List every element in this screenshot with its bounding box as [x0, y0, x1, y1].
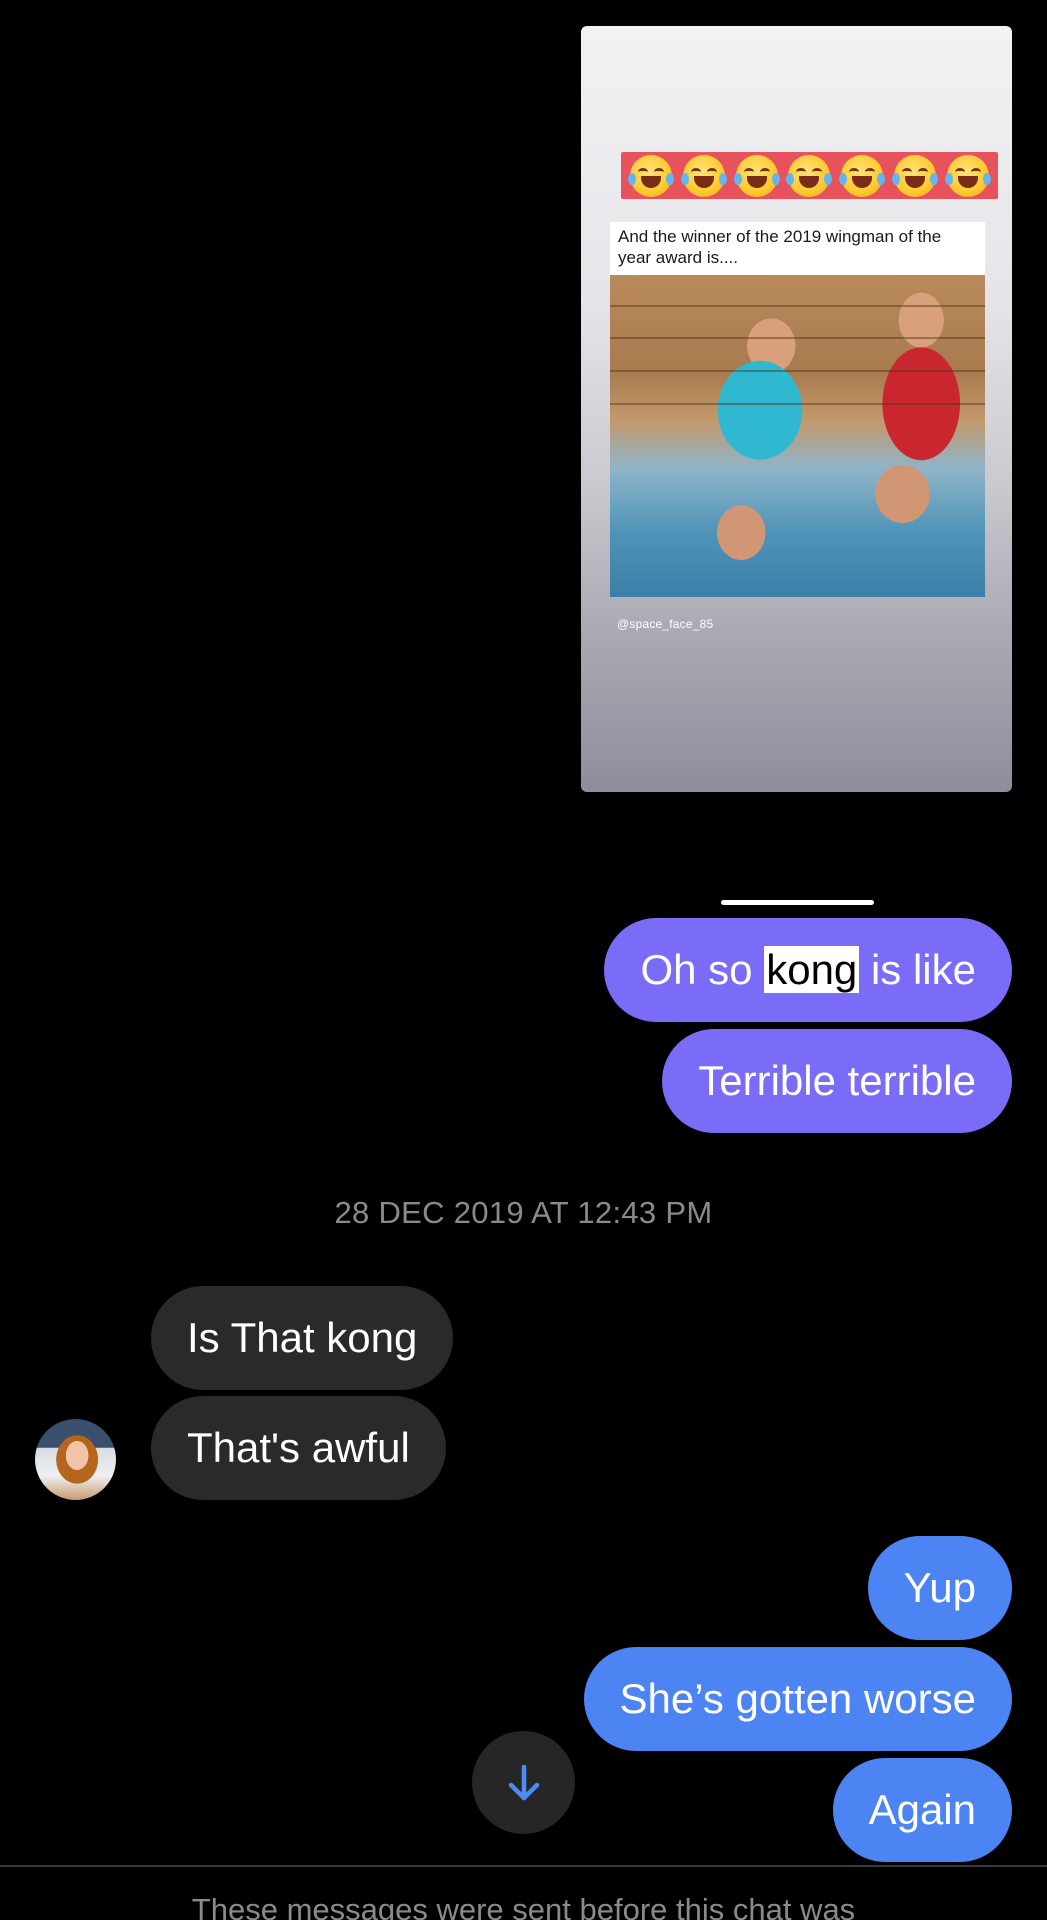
message-text: is like: [859, 946, 976, 993]
sent-message-bubble[interactable]: Oh so kong is like: [604, 918, 1012, 1022]
chat-screen: And the winner of the 2019 wingman of th…: [0, 0, 1047, 1920]
arrow-down-icon: [508, 1764, 539, 1800]
message-text: Terrible terrible: [698, 1057, 976, 1104]
shared-story-card[interactable]: And the winner of the 2019 wingman of th…: [581, 26, 1012, 792]
scroll-to-bottom-button[interactable]: [472, 1731, 575, 1834]
received-message-bubble[interactable]: That's awful: [151, 1396, 446, 1500]
message-text: Oh so: [640, 946, 765, 993]
message-text: Yup: [903, 1564, 976, 1611]
laughing-emoji-icon: [944, 154, 991, 197]
message-text: Is That kong: [187, 1314, 418, 1361]
laughing-emoji-icon: [681, 154, 728, 197]
footer-divider: [0, 1865, 1047, 1867]
emoji-strip: [621, 152, 998, 199]
highlighted-word: kong: [764, 946, 860, 993]
received-message-bubble[interactable]: Is That kong: [151, 1286, 454, 1390]
laughing-emoji-icon: [839, 154, 886, 197]
story-reply-indicator: [721, 900, 874, 905]
sent-message-bubble[interactable]: She’s gotten worse: [583, 1647, 1012, 1751]
meme-caption: And the winner of the 2019 wingman of th…: [610, 222, 985, 275]
footer-notice: These messages were sent before this cha…: [191, 1892, 856, 1920]
message-text: That's awful: [187, 1424, 410, 1471]
sent-message-bubble[interactable]: Again: [832, 1758, 1012, 1862]
laughing-emoji-icon: [733, 154, 780, 197]
message-text: She’s gotten worse: [619, 1675, 976, 1722]
meme-credit: @space_face_85: [617, 617, 714, 631]
chat-timestamp: 28 DEC 2019 AT 12:43 PM: [334, 1195, 713, 1230]
laughing-emoji-icon: [628, 154, 675, 197]
contact-avatar[interactable]: [35, 1419, 116, 1500]
laughing-emoji-icon: [891, 154, 938, 197]
message-text: Again: [868, 1786, 976, 1833]
meme-photo: [610, 275, 985, 597]
sent-message-bubble[interactable]: Yup: [867, 1536, 1012, 1640]
sent-message-bubble[interactable]: Terrible terrible: [662, 1029, 1012, 1133]
laughing-emoji-icon: [786, 154, 833, 197]
